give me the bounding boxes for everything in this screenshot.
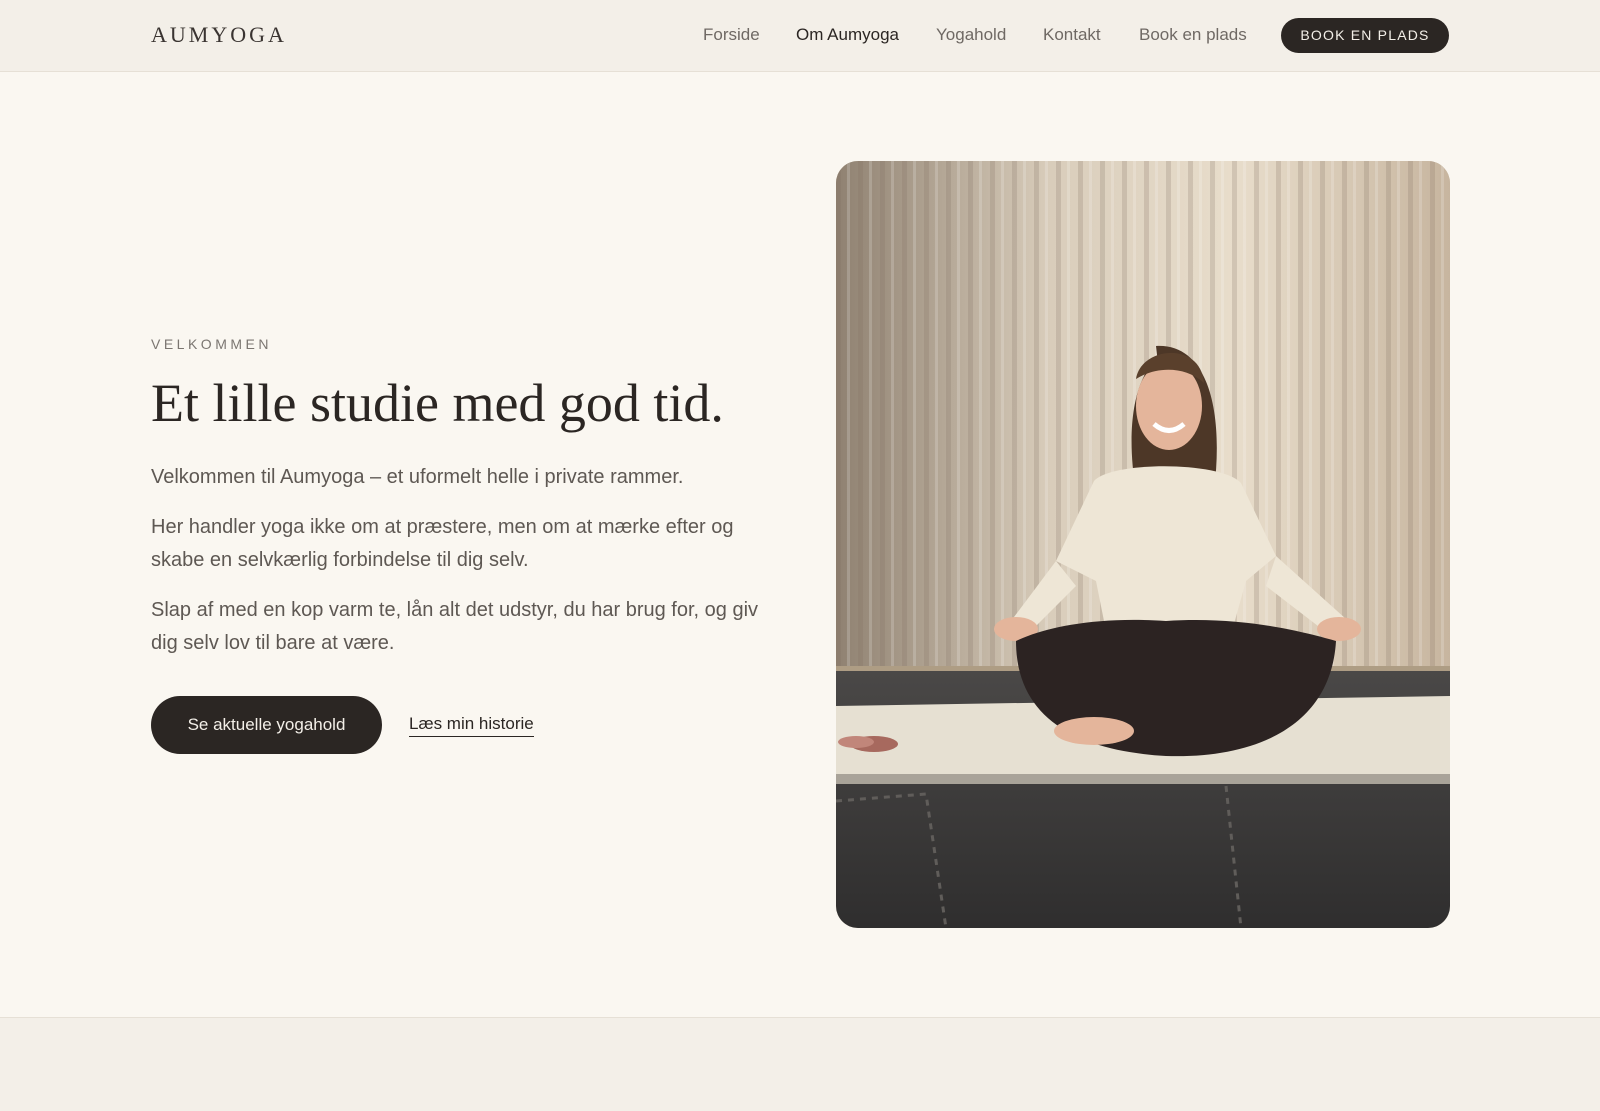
woman-meditating-photo-icon	[836, 161, 1450, 928]
book-button[interactable]: BOOK EN PLADS	[1281, 18, 1449, 53]
hero-paragraph-2: Her handler yoga ikke om at præstere, me…	[151, 516, 734, 571]
hero-paragraph-3: Slap af med en kop varm te, lån alt det …	[151, 599, 759, 654]
see-classes-button[interactable]: Se aktuelle yogahold	[151, 696, 382, 754]
read-story-link[interactable]: Læs min historie	[409, 714, 534, 737]
nav-yogahold[interactable]: Yogahold	[936, 25, 1006, 45]
hero-headline: Et lille studie med god tid.	[151, 373, 724, 433]
nav-book-en-plads[interactable]: Book en plads	[1139, 25, 1247, 45]
hero-photo	[836, 161, 1450, 928]
hero-paragraph-1: Velkommen til Aumyoga – et uformelt hell…	[151, 466, 684, 488]
hero-eyebrow: VELKOMMEN	[151, 336, 272, 352]
next-section-band	[0, 1017, 1600, 1111]
site-header: AUMYOGA Forside Om Aumyoga Yogahold Kont…	[0, 0, 1600, 72]
nav-om-aumyoga[interactable]: Om Aumyoga	[796, 25, 899, 45]
nav-forside[interactable]: Forside	[703, 25, 760, 45]
brand-logo[interactable]: AUMYOGA	[151, 22, 287, 48]
nav-kontakt[interactable]: Kontakt	[1043, 25, 1101, 45]
